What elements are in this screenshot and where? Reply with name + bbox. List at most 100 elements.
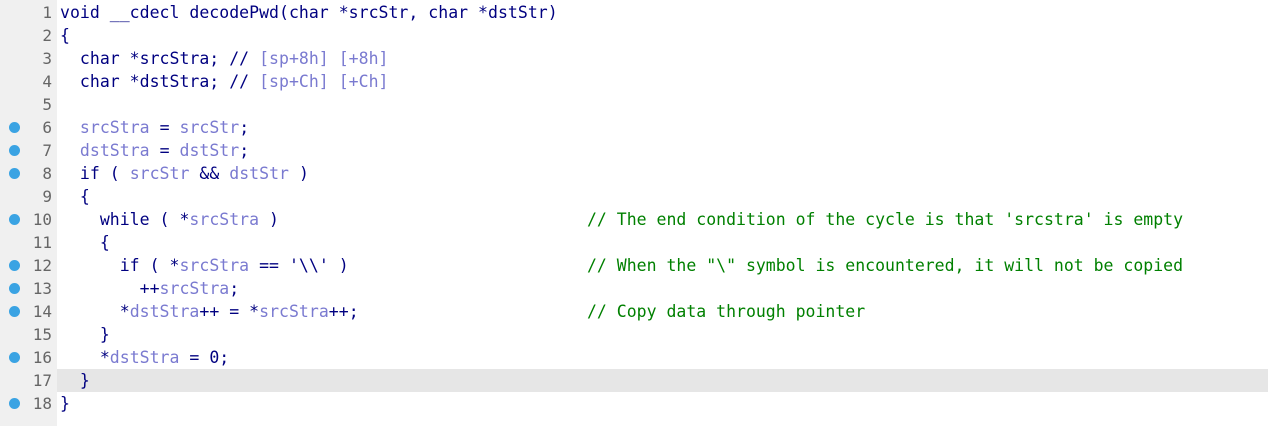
variable-token[interactable]: srcStra xyxy=(179,256,249,275)
code-token: } xyxy=(60,325,110,344)
code-area[interactable]: if ( *srcStra == '\\' ) // When the "\" s… xyxy=(57,254,1268,277)
code-token: void __cdecl decodePwd(char *srcStr, cha… xyxy=(60,3,558,22)
code-line[interactable]: 11 { xyxy=(0,231,1268,254)
breakpoint-dot-icon[interactable] xyxy=(9,306,20,317)
line-number: 1 xyxy=(42,3,52,22)
code-line[interactable]: 8 if ( srcStr && dstStr ) xyxy=(0,162,1268,185)
code-token: char *dstStra; // xyxy=(60,72,260,91)
variable-token[interactable]: srcStra xyxy=(189,210,259,229)
code-area[interactable]: ++srcStra; xyxy=(57,277,1268,300)
code-area[interactable]: char *srcStra; // [sp+8h] [+8h] xyxy=(57,47,1268,70)
code-line[interactable]: 6 srcStra = srcStr; xyxy=(0,116,1268,139)
code-area[interactable]: } xyxy=(57,369,1268,392)
variable-token[interactable]: srcStr xyxy=(130,164,190,183)
code-line[interactable]: 10 while ( *srcStra ) // The end conditio… xyxy=(0,208,1268,231)
code-line[interactable]: 4 char *dstStra; // [sp+Ch] [+Ch] xyxy=(0,70,1268,93)
line-number: 10 xyxy=(32,210,52,229)
code-text: } xyxy=(60,392,70,415)
code-text: srcStra = srcStr; xyxy=(60,116,249,139)
code-area[interactable]: while ( *srcStra ) // The end condition o… xyxy=(57,208,1268,231)
breakpoint-dot-icon[interactable] xyxy=(9,145,20,156)
variable-token[interactable]: dstStra xyxy=(130,302,200,321)
line-number: 9 xyxy=(42,187,52,206)
code-text: { xyxy=(60,24,70,47)
code-token: * xyxy=(60,302,130,321)
code-line[interactable]: 12 if ( *srcStra == '\\' ) // When the "\… xyxy=(0,254,1268,277)
variable-token[interactable]: srcStra xyxy=(160,279,230,298)
code-text: } xyxy=(60,369,90,392)
code-text: dstStra = dstStr; xyxy=(60,139,249,162)
code-line[interactable]: 16 *dstStra = 0; xyxy=(0,346,1268,369)
code-line[interactable]: 3 char *srcStra; // [sp+8h] [+8h] xyxy=(0,47,1268,70)
code-area[interactable]: *dstStra++ = *srcStra++; // Copy data thr… xyxy=(57,300,1268,323)
code-token: ; xyxy=(229,279,240,298)
breakpoint-dot-icon[interactable] xyxy=(9,168,20,179)
line-number: 2 xyxy=(42,26,52,45)
variable-token[interactable]: srcStr xyxy=(179,118,239,137)
code-token: ; xyxy=(239,118,250,137)
code-text: ++srcStra; xyxy=(60,277,240,300)
code-area[interactable]: dstStra = dstStr; xyxy=(57,139,1268,162)
breakpoint-dot-icon[interactable] xyxy=(9,122,20,133)
variable-token[interactable]: dstStr xyxy=(229,164,289,183)
variable-token[interactable]: srcStra xyxy=(80,118,150,137)
code-line[interactable]: 9 { xyxy=(0,185,1268,208)
code-area[interactable]: char *dstStra; // [sp+Ch] [+Ch] xyxy=(57,70,1268,93)
code-line[interactable]: 5 xyxy=(0,93,1268,116)
code-area[interactable]: } xyxy=(57,392,1268,415)
line-number: 18 xyxy=(32,394,52,413)
stack-comment-token: [sp+Ch] [+Ch] xyxy=(259,72,389,91)
code-text: while ( *srcStra ) xyxy=(60,208,279,231)
code-line[interactable]: 1 void __cdecl decodePwd(char *srcStr, ch… xyxy=(0,1,1268,24)
line-number: 13 xyxy=(32,279,52,298)
code-token: if ( xyxy=(60,164,130,183)
code-token: == '\\' ) xyxy=(249,256,349,275)
code-comment: // Copy data through pointer xyxy=(587,302,866,321)
variable-token[interactable]: dstStra xyxy=(110,348,180,367)
breakpoint-dot-icon[interactable] xyxy=(9,283,20,294)
code-text: if ( srcStr && dstStr ) xyxy=(60,162,309,185)
code-area[interactable]: { xyxy=(57,231,1268,254)
variable-token[interactable]: dstStra xyxy=(80,141,150,160)
variable-token[interactable]: dstStr xyxy=(179,141,239,160)
breakpoint-dot-icon[interactable] xyxy=(9,260,20,271)
line-number: 8 xyxy=(42,164,52,183)
code-line[interactable]: 17 } xyxy=(0,369,1268,392)
breakpoint-dot-icon[interactable] xyxy=(9,352,20,363)
code-line[interactable]: 13 ++srcStra; xyxy=(0,277,1268,300)
pseudocode-editor[interactable]: 1 void __cdecl decodePwd(char *srcStr, ch… xyxy=(0,0,1268,426)
code-token: } xyxy=(60,371,90,390)
code-token: ; xyxy=(239,141,250,160)
breakpoint-dot-icon[interactable] xyxy=(9,398,20,409)
code-comment: // The end condition of the cycle is tha… xyxy=(587,210,1184,229)
code-text: *dstStra = 0; xyxy=(60,346,229,369)
line-number: 11 xyxy=(32,233,52,252)
line-number: 17 xyxy=(32,371,52,390)
variable-token[interactable]: srcStra xyxy=(259,302,329,321)
code-area[interactable]: } xyxy=(57,323,1268,346)
code-area[interactable]: srcStra = srcStr; xyxy=(57,116,1268,139)
code-area[interactable]: if ( srcStr && dstStr ) xyxy=(57,162,1268,185)
code-line[interactable]: 14 *dstStra++ = *srcStra++; // Copy data … xyxy=(0,300,1268,323)
code-line[interactable]: 7 dstStra = dstStr; xyxy=(0,139,1268,162)
code-text: *dstStra++ = *srcStra++; xyxy=(60,300,359,323)
code-token: = 0; xyxy=(179,348,230,367)
code-line[interactable]: 2{ xyxy=(0,24,1268,47)
code-token: = xyxy=(149,141,180,160)
breakpoint-dot-icon[interactable] xyxy=(9,214,20,225)
code-area[interactable]: *dstStra = 0; xyxy=(57,346,1268,369)
code-token: ) xyxy=(288,164,309,183)
code-area[interactable] xyxy=(57,93,1268,116)
code-line[interactable]: 18} xyxy=(0,392,1268,415)
code-area[interactable]: void __cdecl decodePwd(char *srcStr, cha… xyxy=(57,1,1268,24)
code-area[interactable]: { xyxy=(57,185,1268,208)
code-token: ) xyxy=(259,210,280,229)
code-area[interactable]: { xyxy=(57,24,1268,47)
code-token: { xyxy=(60,187,90,206)
code-line[interactable]: 15 } xyxy=(0,323,1268,346)
code-text: char *dstStra; // [sp+Ch] [+Ch] xyxy=(60,70,389,93)
code-token: if ( * xyxy=(60,256,180,275)
code-text: if ( *srcStra == '\\' ) xyxy=(60,254,349,277)
